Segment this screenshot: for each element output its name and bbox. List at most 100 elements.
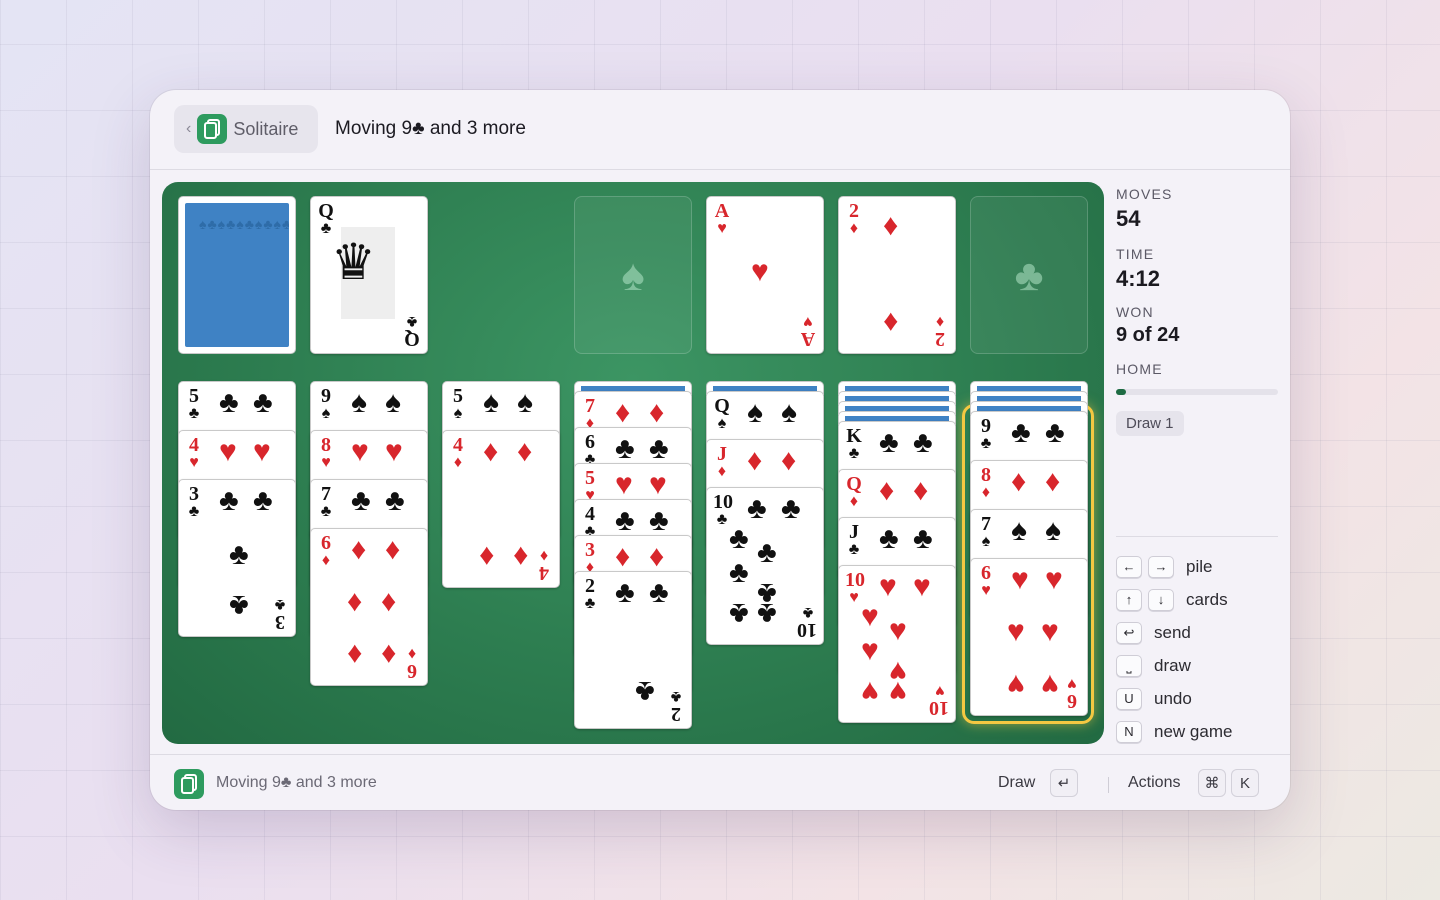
card-back-design: ♠♣♠♣♠♣♠♣♠♣♠♣♠♣♠♣♠♣♠♣♠♣♠♣♠♣♠♣♠♣♠♣♠♣♠♣♠♣♠♣… xyxy=(185,203,289,347)
chevron-left-icon: ‹ xyxy=(186,120,192,137)
foundation-slot[interactable]: ♠ xyxy=(574,196,692,354)
key-a-icon: ⎵ xyxy=(1116,654,1142,677)
shortcut-cards: ↑ ↓ cards xyxy=(1116,583,1286,616)
suit-pip-icon: ♣ xyxy=(1011,416,1031,449)
suit-pip-icon: ♣ xyxy=(913,426,933,459)
card-2-of-clubs[interactable]: 2 ♣ ♣ ♣ ♣ 2 ♣ xyxy=(574,571,692,729)
suit-pip-icon: ♣ xyxy=(385,484,405,517)
suit-pip-icon: ♠ xyxy=(517,386,533,419)
card-suit: ♣ xyxy=(188,503,200,520)
card-rank: J xyxy=(717,443,727,465)
card-suit: ♦ xyxy=(849,220,859,237)
suit-pip-icon: ♠ xyxy=(1011,514,1027,547)
draw-mode-badge[interactable]: Draw 1 xyxy=(1116,411,1184,436)
card-suit: ♣ xyxy=(320,503,332,520)
cards-app-icon xyxy=(174,769,204,799)
k-key-icon[interactable]: K xyxy=(1231,769,1259,797)
won-value: 9 of 24 xyxy=(1116,324,1180,346)
card-rank: 10 xyxy=(713,491,733,513)
card-suit: ♣ xyxy=(274,596,286,613)
card-rank: A xyxy=(714,200,730,222)
home-progress-bar xyxy=(1116,389,1278,395)
card-suit: ♠ xyxy=(981,533,991,550)
suit-pip-icon: ♥ xyxy=(861,600,879,633)
card-4-of-diamonds[interactable]: 4 ♦ ♦ ♦ ♦ ♦ 4 ♦ xyxy=(442,430,560,588)
shortcut-label: pile xyxy=(1186,556,1213,576)
card-suit: ♦ xyxy=(407,645,417,662)
card-index-bottom: 10 ♣ xyxy=(797,604,817,641)
card-10-of-hearts[interactable]: 10 ♥ ♥ ♥ ♥ ♥ ♥ ♥ ♥ ♥ 10 ♥ xyxy=(838,565,956,723)
page-title: Moving 9♣ and 3 more xyxy=(335,118,526,139)
suit-pip-icon: ♥ xyxy=(649,468,667,501)
suit-pip-icon: ♥ xyxy=(861,634,879,667)
suit-pip-icon: ♥ xyxy=(1007,615,1025,648)
stats-panel: MOVES 54 TIME 4:12 WON 9 of 24 HOME Draw… xyxy=(1116,186,1278,436)
card-3-of-clubs[interactable]: 3 ♣ ♣ ♣ ♣ ♣ 3 ♣ xyxy=(178,479,296,637)
card-suit: ♦ xyxy=(717,463,727,480)
card-rank: A xyxy=(800,328,816,350)
suit-pip-icon: ♣ xyxy=(879,522,899,555)
card-index-bottom: 2 ♦ xyxy=(931,313,949,350)
suit-pip-icon: ♣ xyxy=(747,492,767,525)
key-a-icon: ↑ xyxy=(1116,588,1142,611)
suit-pip-icon: ♠ xyxy=(781,396,797,429)
card-index: 5 ♠ xyxy=(449,386,467,422)
enter-key-icon[interactable]: ↵ xyxy=(1050,769,1078,797)
titlebar: ‹ Solitaire Moving 9♣ and 3 more xyxy=(150,90,1290,170)
card-rank: 4 xyxy=(539,562,549,584)
card-index-bottom: Q ♣ xyxy=(403,313,421,350)
card-rank: 2 xyxy=(671,703,681,725)
won-label: WON xyxy=(1116,304,1154,320)
foundation-slot[interactable]: ♣ xyxy=(970,196,1088,354)
suit-pip-icon: ♣ xyxy=(219,484,239,517)
card-index-bottom: A ♥ xyxy=(799,313,817,350)
card-rank: 8 xyxy=(981,464,991,486)
card-suit: ♣ xyxy=(584,595,596,612)
time-label: TIME xyxy=(1116,246,1155,262)
card-10-of-clubs[interactable]: 10 ♣ ♣ ♣ ♣ ♣ ♣ ♣ ♣ ♣ 10 ♣ xyxy=(706,487,824,645)
card-index: 9 ♣ xyxy=(977,416,995,452)
card-rank: Q xyxy=(318,200,334,222)
suit-pip-icon: ♦ xyxy=(883,209,899,242)
card-rank: Q xyxy=(404,328,420,350)
card-rank: 2 xyxy=(849,200,859,222)
command-key-icon[interactable]: ⌘ xyxy=(1198,769,1226,797)
suit-pip-icon: ♣ xyxy=(635,675,655,708)
actions-button[interactable]: Actions xyxy=(1128,774,1180,792)
card-rank: 10 xyxy=(845,569,865,591)
key-b-icon: → xyxy=(1148,555,1174,578)
back-button[interactable]: ‹ Solitaire xyxy=(174,105,318,153)
suit-pip-icon: ♣ xyxy=(729,522,749,555)
card-rank: 5 xyxy=(453,385,463,407)
card-6-of-hearts[interactable]: 6 ♥ ♥ ♥ ♥ ♥ ♥ ♥ 6 ♥ xyxy=(970,558,1088,716)
suit-pip-icon: ♦ xyxy=(347,638,363,671)
card-index: 7 ♠ xyxy=(977,514,995,550)
card-suit: ♣ xyxy=(980,435,992,452)
suit-pip-icon: ♥ xyxy=(385,435,403,468)
card-rank: 9 xyxy=(981,415,991,437)
card-index-bottom: 6 ♦ xyxy=(403,645,421,682)
foundation-card-2-of-diamonds[interactable]: 2 ♦ ♦ ♦ 2 ♦ xyxy=(838,196,956,354)
draw-action-label[interactable]: Draw xyxy=(998,774,1035,792)
footer-status: Moving 9♣ and 3 more xyxy=(216,774,377,791)
suit-pip-icon: ♣ xyxy=(781,492,801,525)
card-6-of-diamonds[interactable]: 6 ♦ ♦ ♦ ♦ ♦ ♦ ♦ 6 ♦ xyxy=(310,528,428,686)
card-rank: Q xyxy=(714,395,730,417)
sidebar-divider xyxy=(1116,536,1278,537)
card-rank: 5 xyxy=(189,385,199,407)
key-a-icon: N xyxy=(1116,720,1142,743)
card-index-bottom: 2 ♣ xyxy=(667,688,685,725)
card-index: 9 ♠ xyxy=(317,386,335,422)
card-rank: 4 xyxy=(585,503,595,525)
card-index: 6 ♦ xyxy=(317,533,335,569)
card-rank: 3 xyxy=(189,483,199,505)
suit-pip-icon: ♥ xyxy=(1011,563,1029,596)
footer-divider xyxy=(1108,777,1109,793)
stock-pile[interactable]: ♠♣♠♣♠♣♠♣♠♣♠♣♠♣♠♣♠♣♠♣♠♣♠♣♠♣♠♣♠♣♠♣♠♣♠♣♠♣♠♣… xyxy=(178,196,296,354)
card-suit: ♣ xyxy=(406,313,418,330)
suit-pip-icon: ♥ xyxy=(1041,668,1059,701)
card-rank: 6 xyxy=(1067,690,1077,712)
waste-card-q-of-clubs[interactable]: Q ♣ ♛ Q ♣ xyxy=(310,196,428,354)
foundation-card-a-of-hearts[interactable]: A ♥ ♥ A ♥ xyxy=(706,196,824,354)
shortcut-label: send xyxy=(1154,622,1191,642)
